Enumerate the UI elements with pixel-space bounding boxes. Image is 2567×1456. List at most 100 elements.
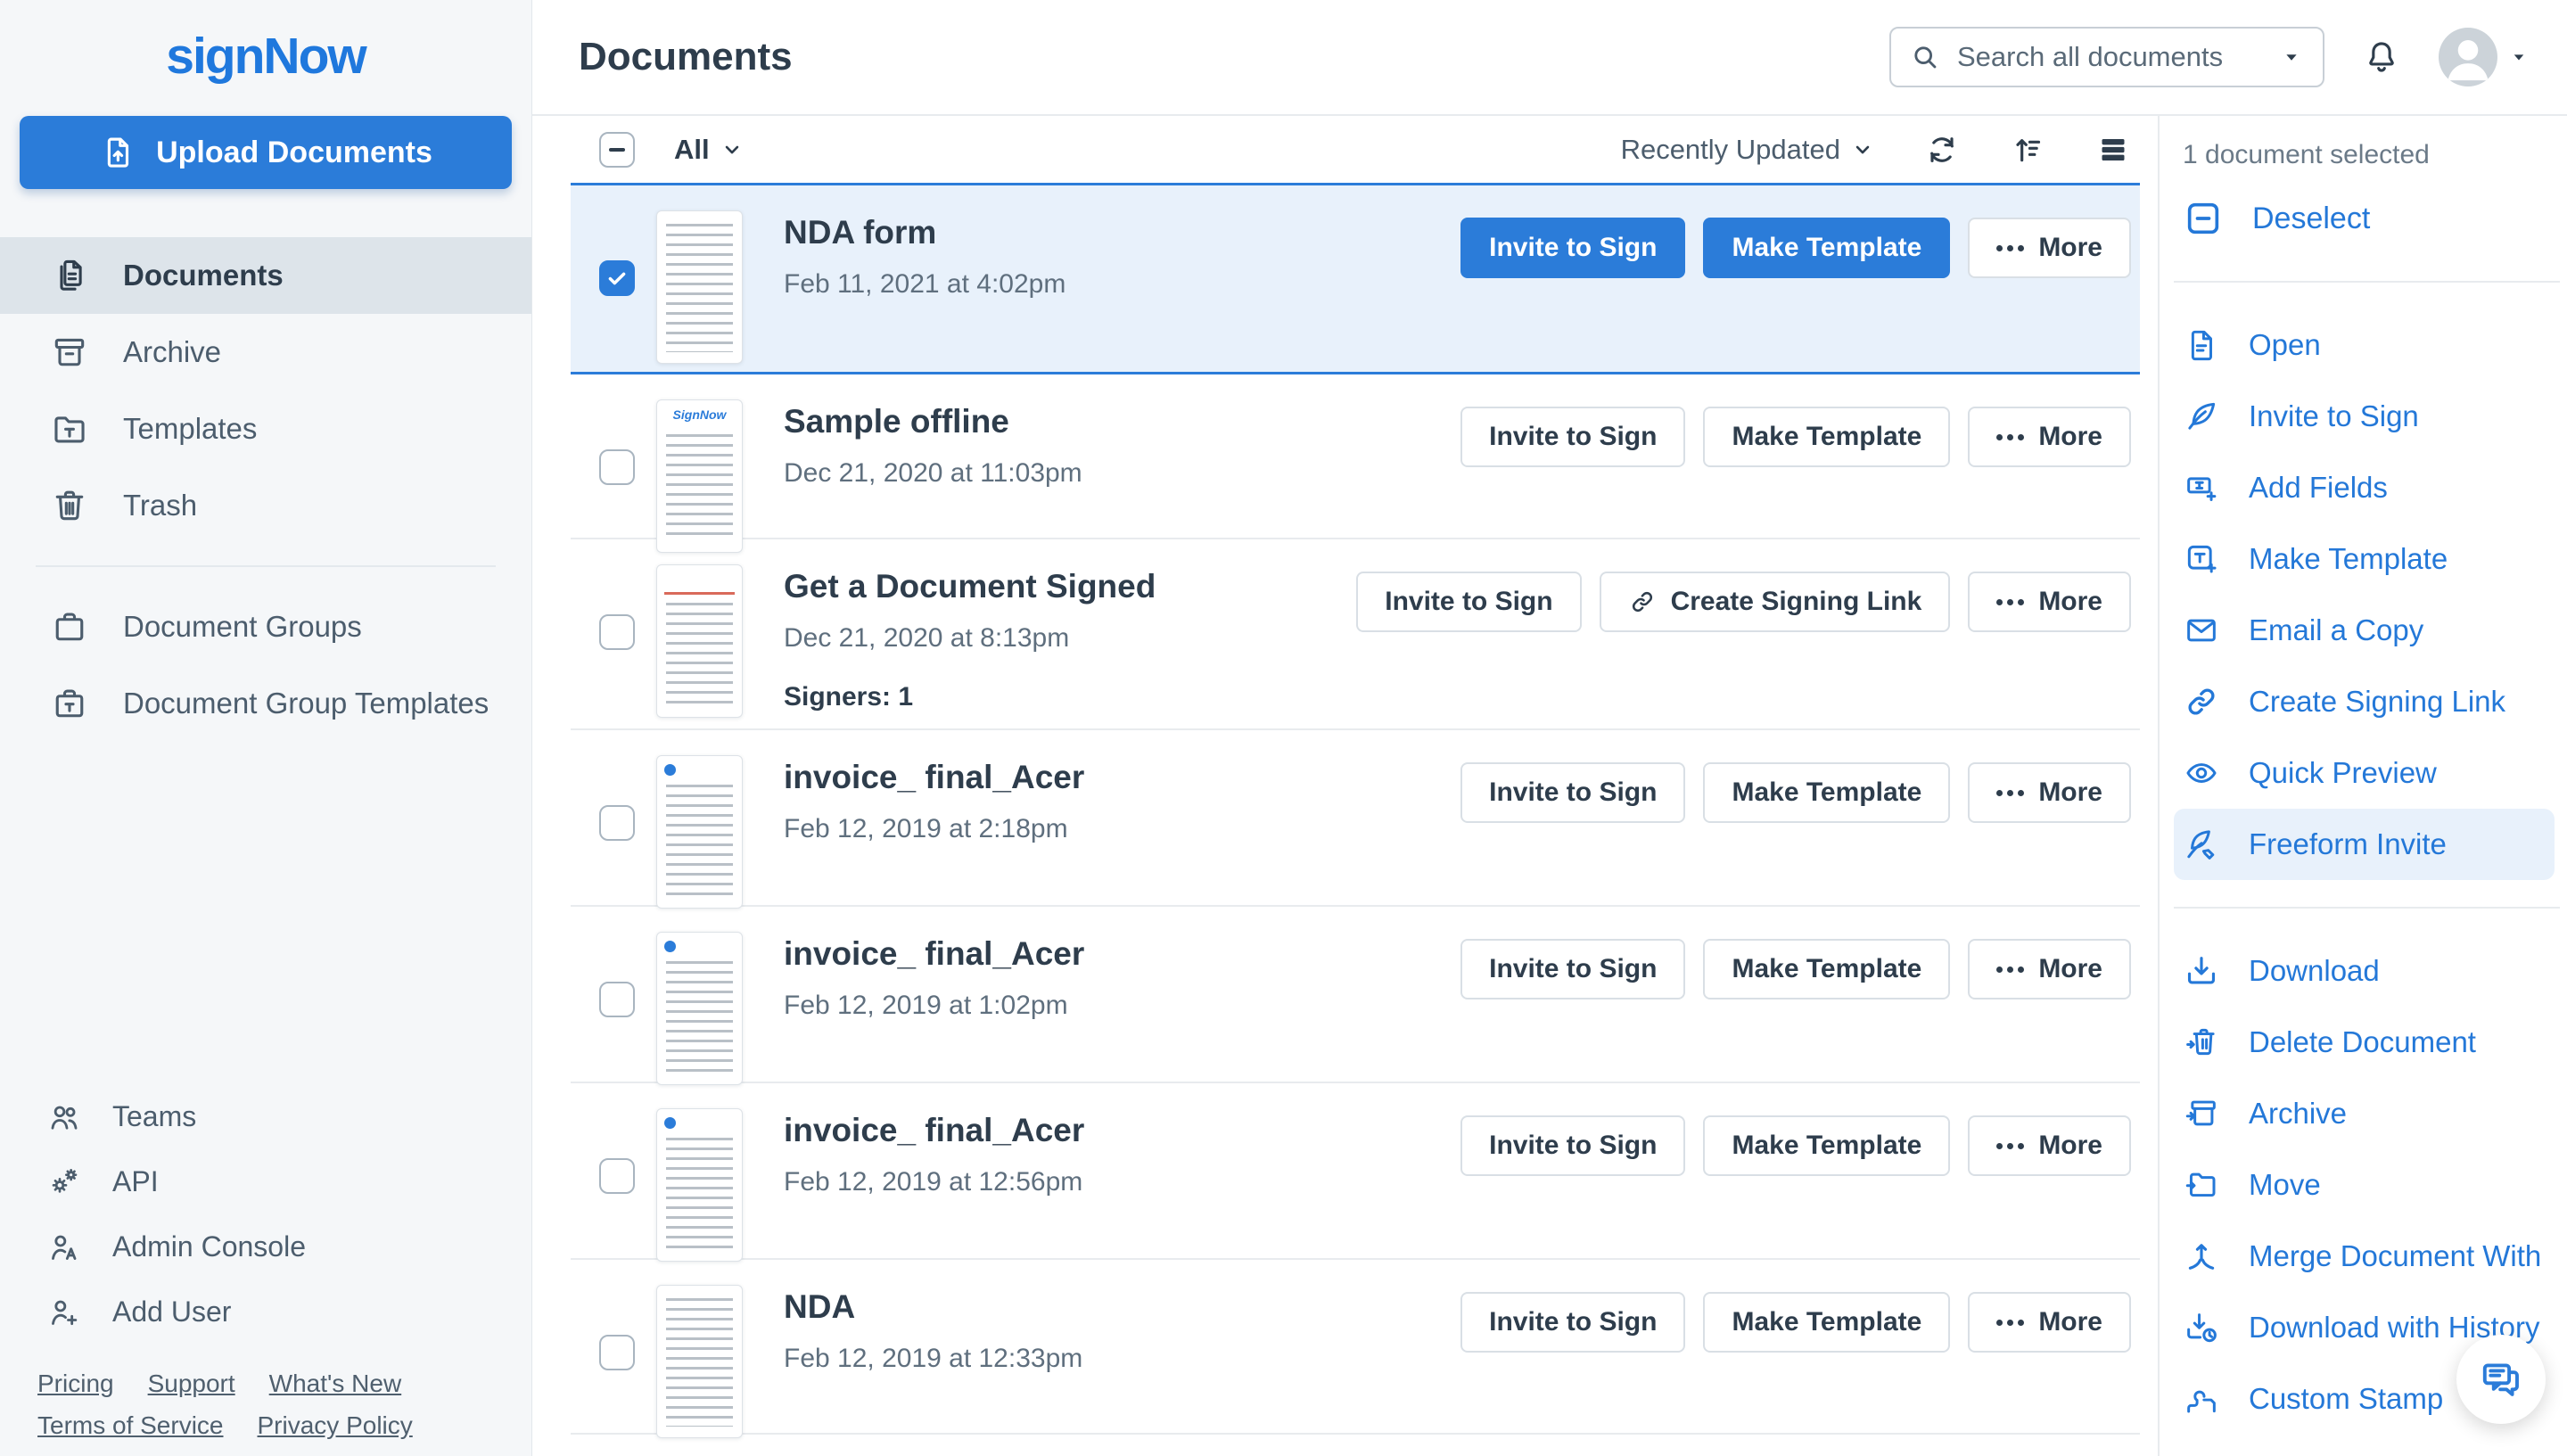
row-checkbox[interactable]: [599, 1335, 635, 1370]
make-template-button[interactable]: Make Template: [1703, 1292, 1951, 1353]
document-row-selected[interactable]: NDA form Feb 11, 2021 at 4:02pm Invite t…: [571, 183, 2140, 374]
sidebar-item-documents[interactable]: Documents: [0, 237, 531, 314]
sidebar-item-trash[interactable]: Trash: [0, 467, 531, 544]
page-title: Documents: [579, 35, 793, 78]
row-checkbox[interactable]: [599, 982, 635, 1017]
row-checkbox[interactable]: [599, 1158, 635, 1194]
create-signing-link-button[interactable]: Create Signing Link: [1599, 572, 1951, 632]
chat-fab-button[interactable]: [2456, 1335, 2546, 1424]
notifications-bell-icon[interactable]: [2362, 37, 2401, 77]
sort-order-icon[interactable]: [2010, 132, 2045, 168]
row-checkbox[interactable]: [599, 805, 635, 841]
sidebar-item-document-group-templates[interactable]: Document Group Templates: [0, 665, 531, 742]
action-move[interactable]: Move: [2174, 1149, 2555, 1221]
document-row[interactable]: Get a Document Signed Dec 21, 2020 at 8:…: [571, 538, 2140, 728]
more-button[interactable]: More: [1968, 1115, 2131, 1176]
refresh-icon[interactable]: [1924, 132, 1960, 168]
select-all-checkbox[interactable]: [599, 131, 635, 168]
left-sidebar: signNow Upload Documents Documents Archi…: [0, 0, 532, 1456]
row-checkbox[interactable]: [599, 449, 635, 485]
rows-view-icon[interactable]: [2095, 132, 2131, 168]
invite-to-sign-button[interactable]: Invite to Sign: [1460, 407, 1686, 467]
make-template-button[interactable]: Make Template: [1703, 1115, 1951, 1176]
document-title[interactable]: Sample offline: [784, 403, 1082, 440]
make-template-button[interactable]: Make Template: [1703, 218, 1951, 278]
account-menu[interactable]: [2439, 28, 2531, 86]
document-row[interactable]: invoice_ final_Acer Feb 12, 2019 at 2:18…: [571, 728, 2140, 909]
action-download[interactable]: Download: [2174, 935, 2555, 1007]
sidebar-item-archive[interactable]: Archive: [0, 314, 531, 391]
documents-icon: [50, 256, 89, 295]
make-template-button[interactable]: Make Template: [1703, 939, 1951, 999]
document-title[interactable]: invoice_ final_Acer: [784, 759, 1084, 796]
document-thumbnail[interactable]: [656, 932, 743, 1085]
action-merge-document-with[interactable]: Merge Document With: [2174, 1221, 2555, 1292]
document-title[interactable]: invoice_ final_Acer: [784, 1112, 1084, 1149]
document-title[interactable]: NDA: [784, 1288, 1082, 1326]
filter-dropdown[interactable]: All: [674, 134, 744, 166]
more-button[interactable]: More: [1968, 1292, 2131, 1353]
document-thumbnail[interactable]: [656, 1108, 743, 1262]
sidebar-item-document-groups[interactable]: Document Groups: [0, 588, 531, 665]
row-actions: Invite to Sign Make Template More: [1460, 1285, 2131, 1353]
document-row[interactable]: invoice_ final_Acer Feb 12, 2019 at 12:5…: [571, 1082, 2140, 1262]
document-thumbnail[interactable]: [656, 210, 743, 364]
document-title[interactable]: NDA form: [784, 214, 1065, 251]
invite-to-sign-button[interactable]: Invite to Sign: [1460, 218, 1686, 278]
action-email-a-copy[interactable]: Email a Copy: [2174, 595, 2555, 666]
more-button[interactable]: More: [1968, 407, 2131, 467]
footer-link-pricing[interactable]: Pricing: [37, 1368, 114, 1400]
document-info: invoice_ final_Acer Feb 12, 2019 at 2:18…: [784, 755, 1084, 844]
action-label: Email a Copy: [2249, 613, 2424, 646]
document-row[interactable]: invoice_ final_Acer Feb 12, 2019 at 1:02…: [571, 905, 2140, 1085]
more-button[interactable]: More: [1968, 572, 2131, 632]
invite-to-sign-button[interactable]: Invite to Sign: [1460, 1115, 1686, 1176]
invite-to-sign-button[interactable]: Invite to Sign: [1460, 939, 1686, 999]
action-open[interactable]: Open: [2174, 309, 2555, 381]
sort-dropdown[interactable]: Recently Updated: [1621, 134, 1874, 166]
action-create-signing-link[interactable]: Create Signing Link: [2174, 666, 2555, 737]
make-template-button[interactable]: Make Template: [1703, 407, 1951, 467]
action-make-template[interactable]: Make Template: [2174, 523, 2555, 595]
sidebar-item-teams[interactable]: Teams: [0, 1084, 531, 1149]
document-thumbnail[interactable]: [656, 755, 743, 909]
document-thumbnail[interactable]: [656, 399, 743, 553]
document-thumbnail[interactable]: [656, 564, 743, 718]
search-box[interactable]: [1889, 27, 2324, 87]
sidebar-item-add-user[interactable]: Add User: [0, 1279, 531, 1345]
footer-link-terms-of-service[interactable]: Terms of Service: [37, 1410, 224, 1442]
document-thumbnail[interactable]: [656, 1285, 743, 1438]
more-button[interactable]: More: [1968, 218, 2131, 278]
action-quick-preview[interactable]: Quick Preview: [2174, 737, 2555, 809]
document-row[interactable]: NDA Feb 12, 2019 at 12:33pm Invite to Si…: [571, 1258, 2140, 1438]
invite-to-sign-button[interactable]: Invite to Sign: [1356, 572, 1582, 632]
deselect-button[interactable]: Deselect: [2174, 180, 2555, 257]
document-title[interactable]: invoice_ final_Acer: [784, 935, 1084, 973]
sidebar-item-admin-console[interactable]: Admin Console: [0, 1214, 531, 1279]
make-template-button[interactable]: Make Template: [1703, 762, 1951, 823]
document-row[interactable]: Sample offline Dec 21, 2020 at 11:03pm I…: [571, 374, 2140, 553]
sidebar-item-api[interactable]: API: [0, 1149, 531, 1214]
document-title[interactable]: Get a Document Signed: [784, 568, 1156, 605]
footer-link-privacy-policy[interactable]: Privacy Policy: [258, 1410, 413, 1442]
invite-to-sign-button[interactable]: Invite to Sign: [1460, 1292, 1686, 1353]
action-freeform-invite[interactable]: Freeform Invite: [2174, 809, 2555, 880]
action-add-fields[interactable]: Add Fields: [2174, 452, 2555, 523]
action-delete-document[interactable]: Delete Document: [2174, 1007, 2555, 1078]
search-input[interactable]: [1955, 40, 2264, 74]
avatar[interactable]: [2439, 28, 2497, 86]
upload-documents-button[interactable]: Upload Documents: [20, 116, 512, 189]
more-button[interactable]: More: [1968, 762, 2131, 823]
action-archive[interactable]: Archive: [2174, 1078, 2555, 1149]
row-checkbox-checked[interactable]: [599, 260, 635, 296]
row-checkbox[interactable]: [599, 614, 635, 650]
invite-to-sign-button[interactable]: Invite to Sign: [1460, 762, 1686, 823]
footer-link-whats-new[interactable]: What's New: [269, 1368, 402, 1400]
more-button[interactable]: More: [1968, 939, 2131, 999]
signnow-logo[interactable]: signNow: [0, 27, 531, 86]
search-scope-caret-icon[interactable]: [2278, 44, 2305, 70]
footer-link-support[interactable]: Support: [148, 1368, 235, 1400]
ellipsis-icon: [1996, 244, 2025, 251]
action-invite-to-sign[interactable]: Invite to Sign: [2174, 381, 2555, 452]
sidebar-item-templates[interactable]: Templates: [0, 391, 531, 467]
